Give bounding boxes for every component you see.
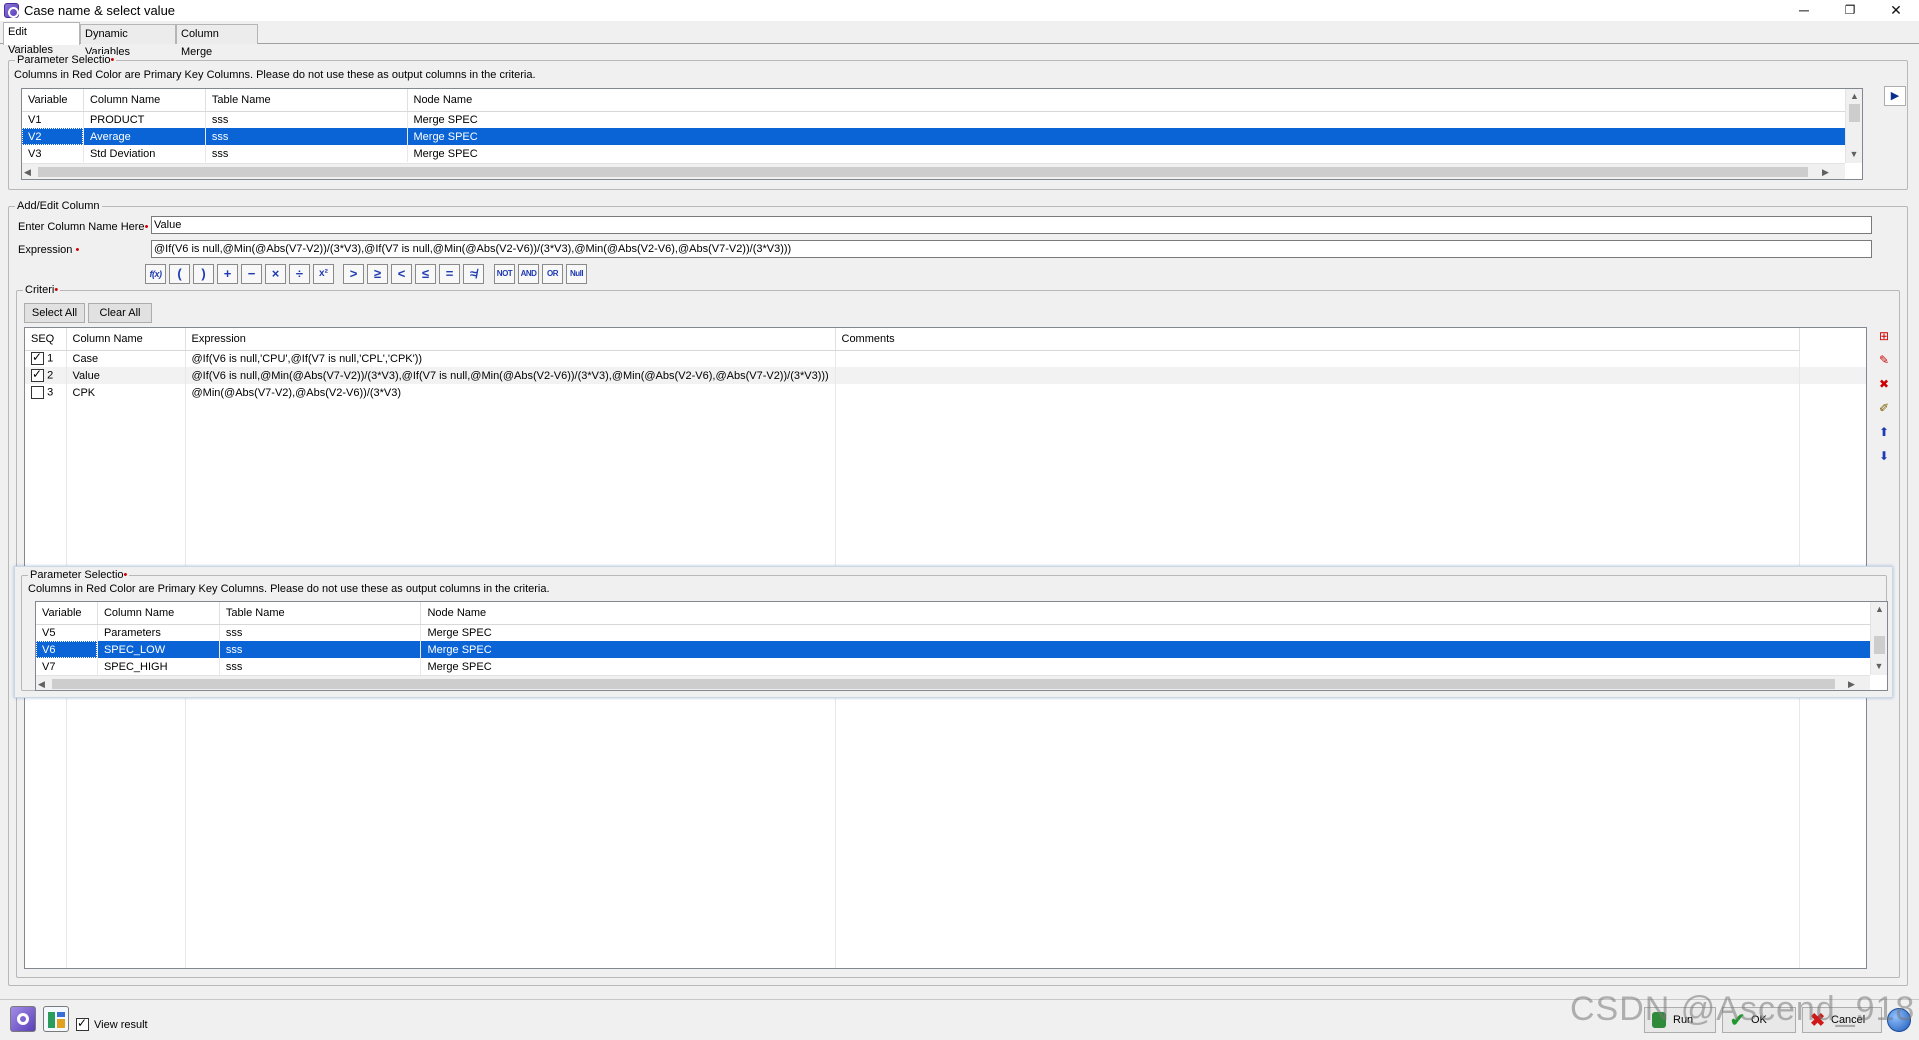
popup-parameter-grid[interactable]: Variable Column Name Table Name Node Nam…: [35, 601, 1888, 691]
table-row[interactable]: V5 Parameters sss Merge SPEC: [36, 624, 1887, 641]
move-down-icon[interactable]: ⬇: [1874, 447, 1894, 467]
popup-horizontal-scrollbar[interactable]: ◀ ▶: [36, 675, 1870, 690]
table-row[interactable]: 1 Case @If(V6 is null,'CPU',@If(V7 is nu…: [25, 350, 1866, 367]
function-button[interactable]: f(x): [145, 264, 166, 284]
left-paren-button[interactable]: (: [169, 264, 190, 284]
table-row-selected[interactable]: V6 SPEC_LOW sss Merge SPEC: [36, 641, 1887, 658]
row-checkbox[interactable]: [31, 350, 44, 366]
table-row[interactable]: V1 PRODUCT sss Merge SPEC: [22, 111, 1862, 128]
restore-button[interactable]: ❐: [1827, 0, 1873, 21]
scroll-down-icon[interactable]: ▼: [1845, 147, 1862, 161]
scroll-left-icon[interactable]: ◀: [24, 165, 31, 179]
parameter-popup: Parameter Selectio• Columns in Red Color…: [14, 566, 1893, 698]
col-header-node-name[interactable]: Node Name: [407, 89, 1862, 112]
table-row[interactable]: 3 CPK @Min(@Abs(V7-V2),@Abs(V2-V6))/(3*V…: [25, 384, 1866, 401]
view-result-label: View result: [94, 1019, 148, 1031]
table-row[interactable]: V7 SPEC_HIGH sss Merge SPEC: [36, 658, 1887, 675]
table-row[interactable]: V3 Std Deviation sss Merge SPEC: [22, 145, 1862, 162]
col-header-seq[interactable]: SEQ: [25, 328, 67, 351]
scroll-left-icon[interactable]: ◀: [38, 677, 45, 690]
scroll-right-icon[interactable]: ▶: [1822, 165, 1829, 179]
col-header-table-name[interactable]: Table Name: [219, 602, 422, 625]
popup-parameter-legend: Parameter Selectio: [30, 569, 124, 581]
right-paren-button[interactable]: ): [193, 264, 214, 284]
equals-button[interactable]: =: [439, 264, 460, 284]
scroll-down-icon[interactable]: ▼: [1870, 659, 1887, 673]
horizontal-scrollbar[interactable]: ◀ ▶: [22, 163, 1845, 179]
col-header-variable[interactable]: Variable: [36, 602, 98, 625]
settings-gear-icon[interactable]: [10, 1006, 36, 1032]
minimize-button[interactable]: ─: [1781, 0, 1827, 21]
edit-row-icon[interactable]: ✎: [1874, 351, 1894, 371]
scroll-right-icon[interactable]: ▶: [1848, 677, 1855, 690]
col-header-expression[interactable]: Expression: [185, 328, 836, 351]
criteria-legend: Criteri: [25, 284, 55, 296]
col-header-variable[interactable]: Variable: [22, 89, 84, 112]
col-header-column-name[interactable]: Column Name: [97, 602, 220, 625]
minus-button[interactable]: −: [241, 264, 262, 284]
col-header-column-name[interactable]: Column Name: [83, 89, 206, 112]
app-icon: [4, 3, 19, 18]
row-checkbox[interactable]: [31, 386, 44, 399]
table-row[interactable]: 2 Value @If(V6 is null,@Min(@Abs(V7-V2))…: [25, 367, 1866, 384]
tab-strip: Edit Variables Dynamic Variables Column …: [0, 22, 1919, 58]
null-button[interactable]: Null: [566, 264, 587, 284]
col-header-node-name[interactable]: Node Name: [420, 602, 1887, 625]
primary-key-note: Columns in Red Color are Primary Key Col…: [14, 69, 536, 81]
and-button[interactable]: AND: [518, 264, 539, 284]
clear-all-button[interactable]: Clear All: [88, 303, 152, 323]
column-name-label: Enter Column Name Here•: [18, 221, 149, 233]
tab-dynamic-variables[interactable]: Dynamic Variables: [80, 24, 176, 58]
scroll-up-icon[interactable]: ▲: [1846, 89, 1862, 103]
data-grid-icon[interactable]: [43, 1006, 69, 1032]
greater-equal-button[interactable]: ≥: [367, 264, 388, 284]
divide-button[interactable]: ÷: [289, 264, 310, 284]
title-bar: Case name & select value ─ ❐ ✕: [0, 0, 1919, 21]
column-name-input[interactable]: Value: [151, 216, 1872, 234]
delete-row-icon[interactable]: ✖: [1874, 375, 1894, 395]
parameter-grid[interactable]: Variable Column Name Table Name Node Nam…: [21, 88, 1863, 180]
popup-primary-key-note: Columns in Red Color are Primary Key Col…: [28, 583, 550, 595]
not-equal-button[interactable]: ≉: [463, 264, 484, 284]
multiply-button[interactable]: ×: [265, 264, 286, 284]
select-all-button[interactable]: Select All: [24, 303, 85, 323]
expression-label: Expression •: [18, 244, 80, 256]
col-header-column-name[interactable]: Column Name: [66, 328, 186, 351]
or-button[interactable]: OR: [542, 264, 563, 284]
close-button[interactable]: ✕: [1873, 0, 1919, 21]
power-button[interactable]: x²: [313, 264, 334, 284]
window-title: Case name & select value: [24, 3, 176, 18]
scroll-up-icon[interactable]: ▲: [1871, 602, 1887, 616]
expand-arrow-button[interactable]: ▶: [1884, 86, 1906, 106]
clear-icon[interactable]: ✐: [1874, 399, 1894, 419]
row-checkbox[interactable]: [31, 367, 44, 382]
expression-input[interactable]: @If(V6 is null,@Min(@Abs(V7-V2))/(3*V3),…: [151, 240, 1872, 258]
not-button[interactable]: NOT: [494, 264, 515, 284]
plus-button[interactable]: +: [217, 264, 238, 284]
greater-than-button[interactable]: >: [343, 264, 364, 284]
less-equal-button[interactable]: ≤: [415, 264, 436, 284]
col-header-table-name[interactable]: Table Name: [205, 89, 408, 112]
col-header-comments[interactable]: Comments: [835, 328, 1800, 351]
add-row-icon[interactable]: ⊞: [1874, 327, 1894, 347]
table-row-selected[interactable]: V2 Average sss Merge SPEC: [22, 128, 1862, 145]
view-result-checkbox[interactable]: [76, 1016, 89, 1031]
watermark: CSDN @Ascend_918: [1570, 990, 1916, 1028]
tab-column-merge[interactable]: Column Merge: [176, 24, 258, 58]
less-than-button[interactable]: <: [391, 264, 412, 284]
add-edit-column-legend: Add/Edit Column: [15, 200, 102, 212]
move-up-icon[interactable]: ⬆: [1874, 423, 1894, 443]
tab-edit-variables[interactable]: Edit Variables: [3, 22, 80, 56]
